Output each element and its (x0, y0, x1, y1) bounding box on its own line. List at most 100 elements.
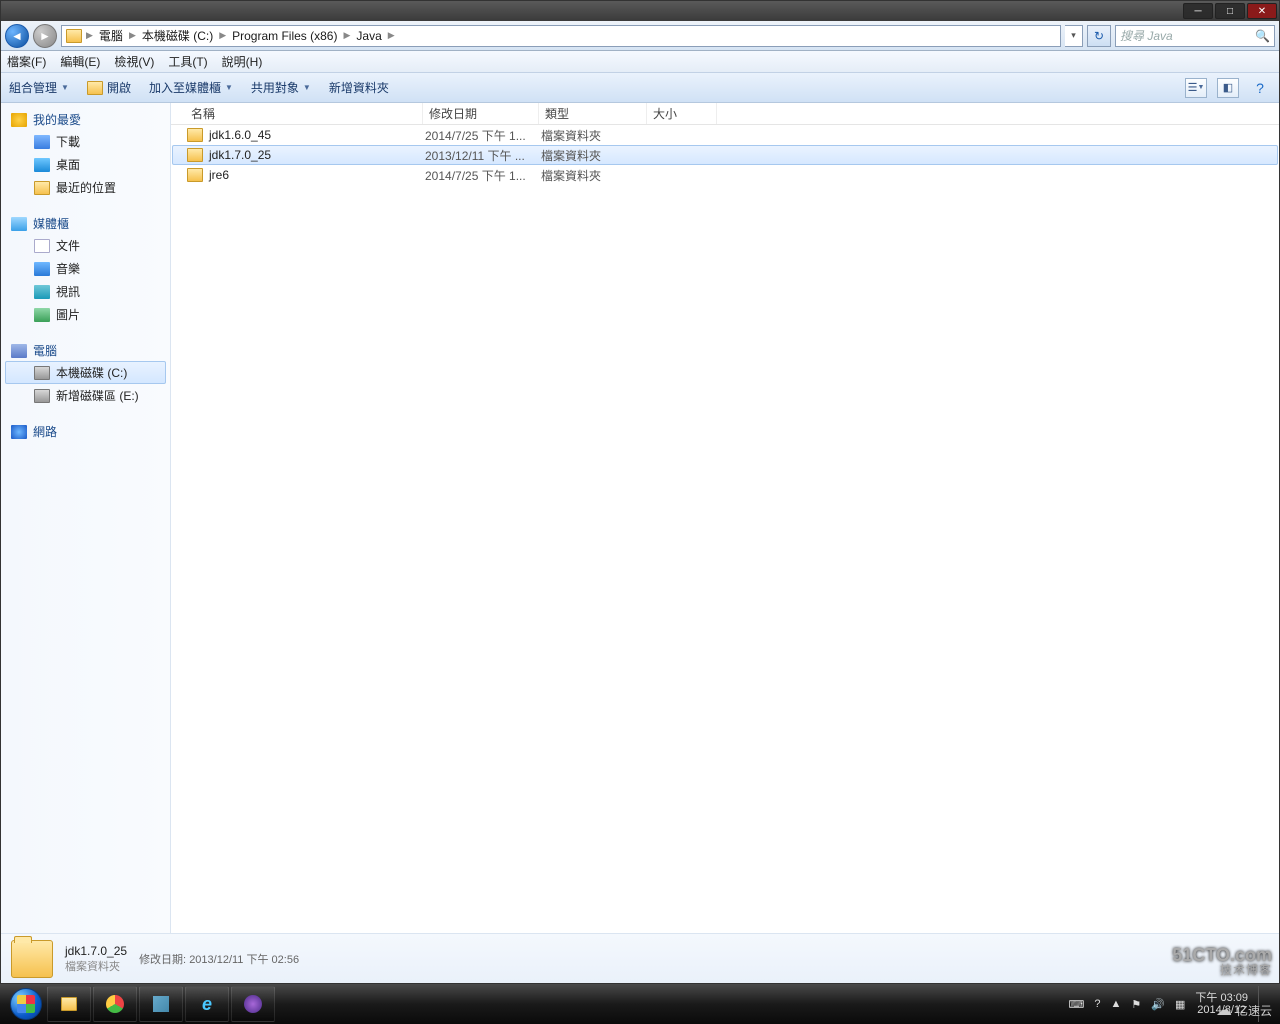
menu-edit[interactable]: 編輯(E) (60, 53, 100, 70)
details-pane: jdk1.7.0_25 檔案資料夾 修改日期: 2013/12/11 下午 02… (1, 933, 1279, 983)
sidebar-drive-e[interactable]: 新增磁碟區 (E:) (5, 384, 166, 407)
titlebar: ─ □ ✕ (1, 1, 1279, 21)
eclipse-icon (244, 995, 262, 1013)
tray-flag-icon[interactable]: ⚑ (1131, 998, 1141, 1011)
details-name: jdk1.7.0_25 (65, 944, 127, 958)
taskbar-chrome[interactable] (93, 986, 137, 1022)
taskbar-ie[interactable]: e (185, 986, 229, 1022)
library-icon (11, 217, 27, 231)
tray-chevron-up-icon[interactable]: ▲ (1111, 998, 1122, 1010)
file-list-area: 名稱 修改日期 類型 大小 jdk1.6.0_452014/7/25 下午 1.… (171, 103, 1279, 933)
folder-icon (187, 128, 203, 142)
recent-icon (34, 181, 50, 195)
taskbar-eclipse[interactable] (231, 986, 275, 1022)
start-button[interactable] (6, 984, 46, 1024)
folder-icon (187, 168, 203, 182)
sidebar-downloads[interactable]: 下載 (5, 130, 166, 153)
music-icon (34, 262, 50, 276)
file-date: 2014/7/25 下午 1... (425, 127, 541, 144)
taskbar-app[interactable] (139, 986, 183, 1022)
address-bar[interactable]: ▶ 電腦 ▶ 本機磁碟 (C:) ▶ Program Files (x86) ▶… (61, 25, 1061, 47)
file-row[interactable]: jdk1.7.0_252013/12/11 下午 ...檔案資料夾 (172, 145, 1278, 165)
breadcrumb-seg[interactable]: Program Files (x86) (230, 29, 339, 43)
app-icon (153, 996, 169, 1012)
chevron-right-icon: ▶ (86, 30, 93, 41)
tray-network-icon[interactable]: ▦ (1175, 998, 1185, 1011)
search-input[interactable]: 搜尋 Java 🔍 (1115, 25, 1275, 47)
close-button[interactable]: ✕ (1247, 3, 1277, 19)
sidebar-documents[interactable]: 文件 (5, 234, 166, 257)
address-dropdown[interactable]: ▾ (1065, 25, 1083, 47)
details-type: 檔案資料夾 (65, 958, 127, 974)
preview-pane-button[interactable]: ◧ (1217, 78, 1239, 98)
column-date[interactable]: 修改日期 (423, 103, 539, 124)
windows-orb-icon (10, 988, 42, 1020)
sidebar-music[interactable]: 音樂 (5, 257, 166, 280)
menu-file[interactable]: 檔案(F) (7, 53, 46, 70)
menu-help[interactable]: 說明(H) (222, 53, 263, 70)
sidebar-recent[interactable]: 最近的位置 (5, 176, 166, 199)
sidebar-pictures[interactable]: 圖片 (5, 303, 166, 326)
sidebar-drive-c[interactable]: 本機磁碟 (C:) (5, 361, 166, 384)
folder-icon (66, 29, 82, 43)
organize-button[interactable]: 組合管理 ▼ (9, 79, 69, 96)
menu-view[interactable]: 檢視(V) (114, 53, 154, 70)
file-list: jdk1.6.0_452014/7/25 下午 1...檔案資料夾jdk1.7.… (171, 125, 1279, 185)
search-icon: 🔍 (1255, 29, 1270, 43)
help-button[interactable]: ? (1249, 78, 1271, 98)
file-name: jre6 (209, 168, 425, 182)
file-type: 檔案資料夾 (541, 147, 649, 164)
breadcrumb-seg[interactable]: Java (354, 29, 383, 43)
watermark-2: ☁亿速云 (1216, 1000, 1272, 1020)
view-options-button[interactable]: ☰ ▼ (1185, 78, 1207, 98)
column-type[interactable]: 類型 (539, 103, 647, 124)
file-row[interactable]: jre62014/7/25 下午 1...檔案資料夾 (172, 165, 1278, 185)
sidebar-favorites[interactable]: 我的最愛 (1, 109, 170, 130)
forward-button[interactable]: ► (33, 24, 57, 48)
breadcrumb-seg[interactable]: 電腦 (97, 27, 125, 44)
navigation-pane: 我的最愛 下載 桌面 最近的位置 媒體櫃 文件 音樂 視訊 圖片 電腦 本機磁碟… (1, 103, 171, 933)
maximize-button[interactable]: □ (1215, 3, 1245, 19)
body: 我的最愛 下載 桌面 最近的位置 媒體櫃 文件 音樂 視訊 圖片 電腦 本機磁碟… (1, 103, 1279, 933)
taskbar-explorer[interactable] (47, 986, 91, 1022)
desktop-icon (34, 158, 50, 172)
file-date: 2014/7/25 下午 1... (425, 167, 541, 184)
drive-icon (34, 366, 50, 380)
tray-help-icon[interactable]: ? (1094, 998, 1100, 1010)
menu-tools[interactable]: 工具(T) (168, 53, 207, 70)
file-row[interactable]: jdk1.6.0_452014/7/25 下午 1...檔案資料夾 (172, 125, 1278, 145)
ie-icon: e (202, 994, 212, 1015)
file-date: 2013/12/11 下午 ... (425, 147, 541, 164)
search-placeholder: 搜尋 Java (1120, 27, 1173, 44)
tray-keyboard-icon[interactable]: ⌨ (1069, 998, 1085, 1011)
refresh-button[interactable]: ↻ (1087, 25, 1111, 47)
menu-bar: 檔案(F) 編輯(E) 檢視(V) 工具(T) 說明(H) (1, 51, 1279, 73)
column-size[interactable]: 大小 (647, 103, 717, 124)
chevron-right-icon: ▶ (129, 30, 136, 41)
sidebar-libraries[interactable]: 媒體櫃 (1, 213, 170, 234)
watermark: 51CTO.com 技术博客 (1172, 946, 1272, 976)
column-headers: 名稱 修改日期 類型 大小 (171, 103, 1279, 125)
share-button[interactable]: 共用對象 ▼ (251, 79, 311, 96)
sidebar-network[interactable]: 網路 (1, 421, 170, 442)
minimize-button[interactable]: ─ (1183, 3, 1213, 19)
open-button[interactable]: 開啟 (87, 79, 131, 96)
details-meta: 修改日期: 2013/12/11 下午 02:56 (139, 951, 299, 967)
add-to-library-button[interactable]: 加入至媒體櫃 ▼ (149, 79, 233, 96)
network-icon (11, 425, 27, 439)
chevron-right-icon: ▶ (388, 30, 395, 41)
sidebar-desktop[interactable]: 桌面 (5, 153, 166, 176)
file-name: jdk1.6.0_45 (209, 128, 425, 142)
new-folder-button[interactable]: 新增資料夾 (329, 79, 389, 96)
sidebar-computer[interactable]: 電腦 (1, 340, 170, 361)
column-name[interactable]: 名稱 (185, 103, 423, 124)
breadcrumb-seg[interactable]: 本機磁碟 (C:) (140, 27, 215, 44)
command-bar: 組合管理 ▼ 開啟 加入至媒體櫃 ▼ 共用對象 ▼ 新增資料夾 ☰ ▼ ◧ ? (1, 73, 1279, 103)
nav-bar: ◄ ► ▶ 電腦 ▶ 本機磁碟 (C:) ▶ Program Files (x8… (1, 21, 1279, 51)
tray-volume-icon[interactable]: 🔊 (1151, 998, 1165, 1011)
back-button[interactable]: ◄ (5, 24, 29, 48)
computer-icon (11, 344, 27, 358)
sidebar-video[interactable]: 視訊 (5, 280, 166, 303)
folder-icon (11, 940, 53, 978)
folder-icon (61, 997, 77, 1011)
